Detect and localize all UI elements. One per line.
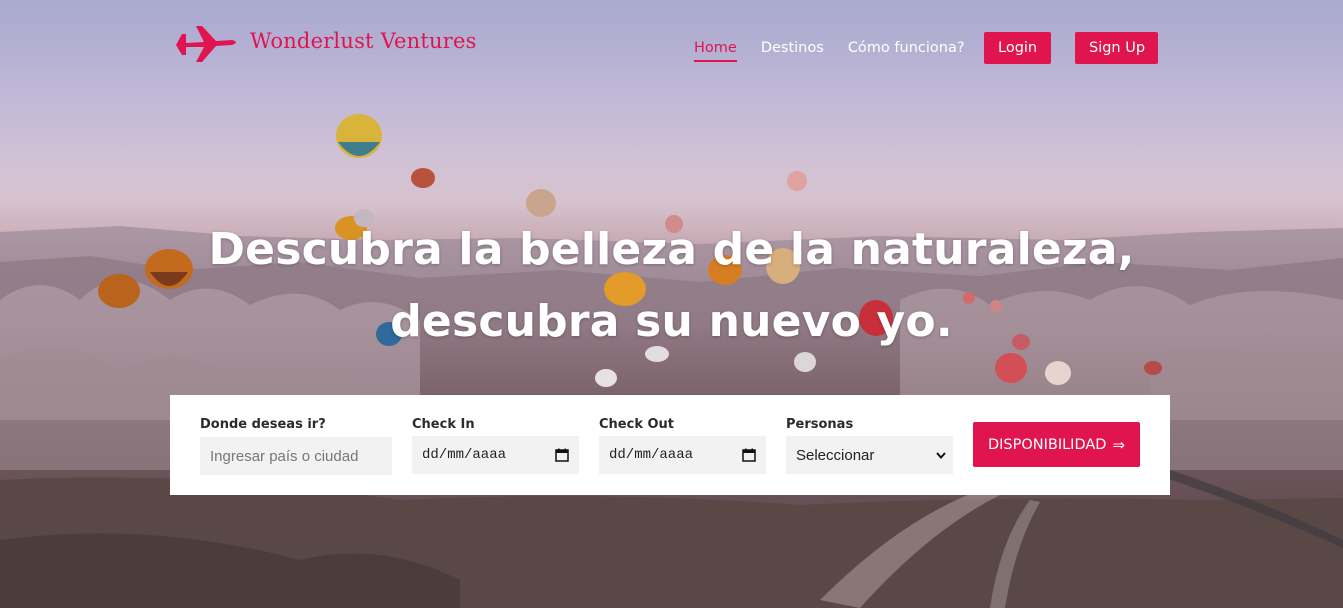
check-in-date-input[interactable]: dd/mm/aaaa	[412, 436, 579, 474]
brand-name: Wonderlust Ventures	[250, 29, 477, 53]
destination-label: Donde deseas ir?	[200, 417, 326, 432]
login-button[interactable]: Login	[984, 32, 1051, 64]
hero-headline: Descubra la belleza de la naturaleza, de…	[0, 214, 1343, 358]
hero-headline-line-1: Descubra la belleza de la naturaleza,	[208, 224, 1135, 275]
availability-label: DISPONIBILIDAD	[987, 436, 1107, 453]
airplane-icon	[176, 26, 236, 62]
people-selected-value: Seleccionar	[796, 446, 875, 464]
check-in-value: dd/mm/aaaa	[422, 447, 507, 463]
calendar-icon[interactable]	[555, 448, 569, 462]
nav-como-funciona-link[interactable]: Cómo funciona?	[848, 33, 965, 60]
people-select[interactable]: Seleccionar	[786, 436, 953, 474]
signup-button[interactable]: Sign Up	[1075, 32, 1158, 64]
check-out-date-input[interactable]: dd/mm/aaaa	[599, 436, 766, 474]
check-out-field: Check Out dd/mm/aaaa	[599, 417, 766, 474]
check-out-label: Check Out	[599, 417, 675, 432]
people-field: Personas Seleccionar	[786, 417, 953, 474]
hero-headline-line-2: descubra su nuevo yo.	[390, 296, 953, 347]
people-label: Personas	[786, 417, 854, 432]
check-in-field: Check In dd/mm/aaaa	[412, 417, 579, 474]
chevron-down-icon	[936, 452, 946, 460]
availability-button[interactable]: DISPONIBILIDAD ⇒	[973, 422, 1140, 467]
destination-field: Donde deseas ir? Ingresar país o ciudad	[200, 417, 392, 475]
arrow-right-icon: ⇒	[1112, 435, 1126, 454]
check-in-label: Check In	[412, 417, 475, 432]
check-out-value: dd/mm/aaaa	[609, 447, 694, 463]
search-panel: Donde deseas ir? Ingresar país o ciudad …	[170, 395, 1170, 495]
nav-home-link[interactable]: Home	[694, 33, 737, 62]
destination-input[interactable]: Ingresar país o ciudad	[200, 437, 392, 475]
nav-destinos-link[interactable]: Destinos	[761, 33, 824, 60]
calendar-icon[interactable]	[742, 448, 756, 462]
brand-logo[interactable]: Wonderlust Ventures	[174, 24, 477, 64]
main-nav: Home Destinos Cómo funciona?	[694, 33, 989, 65]
destination-placeholder: Ingresar país o ciudad	[210, 447, 359, 465]
